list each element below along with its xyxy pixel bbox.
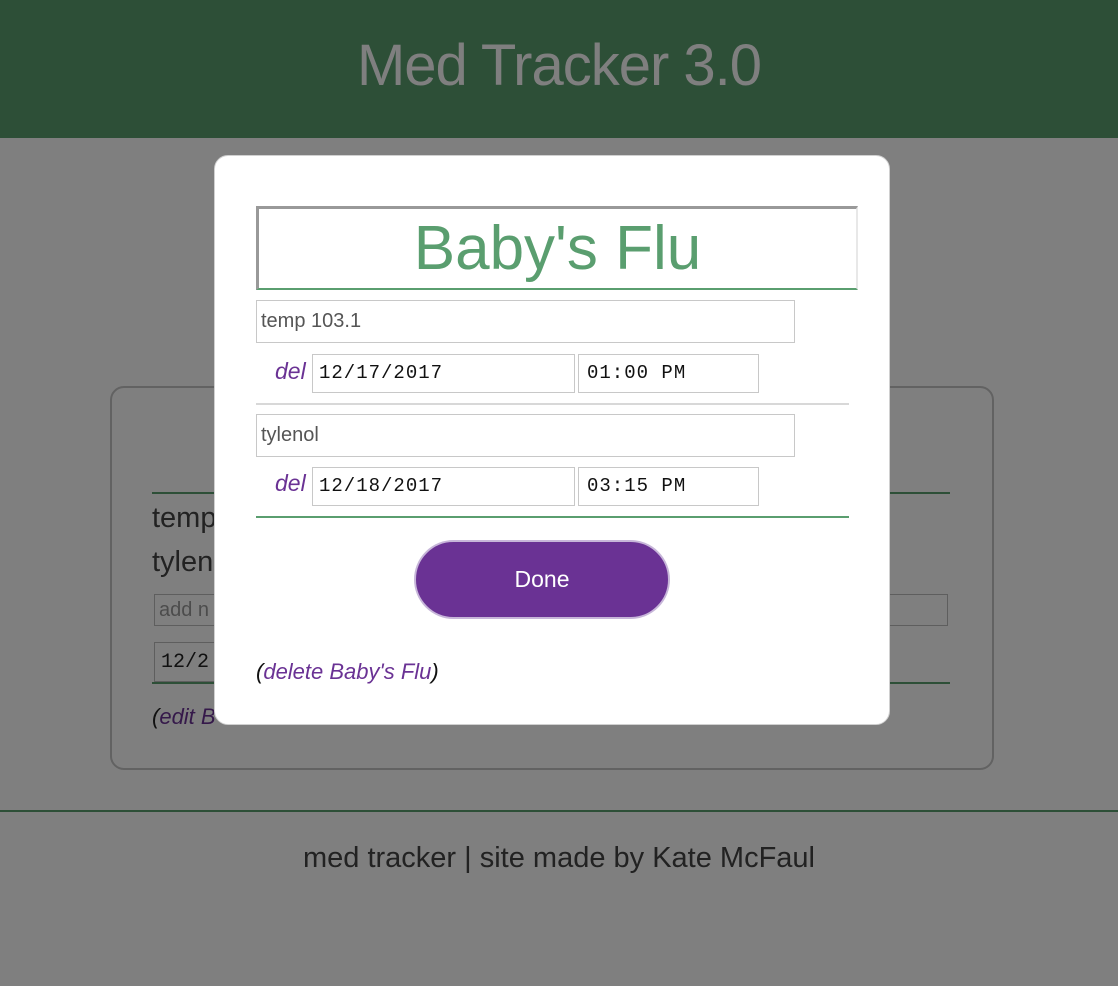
entry-divider bbox=[256, 403, 849, 405]
delete-entry-link[interactable]: del bbox=[275, 470, 306, 497]
med-name-input[interactable]: temp 103.1 bbox=[256, 300, 795, 343]
entry-date-input[interactable]: 12/18/2017 bbox=[312, 467, 575, 506]
entry-time-input[interactable]: 01:00 PM bbox=[578, 354, 759, 393]
edit-illness-modal: Baby's Flu temp 103.1 del 12/17/2017 01:… bbox=[214, 155, 890, 725]
illness-title-input[interactable]: Baby's Flu bbox=[256, 206, 858, 290]
entry-time-input[interactable]: 03:15 PM bbox=[578, 467, 759, 506]
done-button[interactable]: Done bbox=[414, 540, 670, 619]
delete-entry-link[interactable]: del bbox=[275, 358, 306, 385]
entry-date-input[interactable]: 12/17/2017 bbox=[312, 354, 575, 393]
delete-illness-link[interactable]: delete Baby's Flu bbox=[263, 659, 431, 684]
med-name-input[interactable]: tylenol bbox=[256, 414, 795, 457]
delete-illness-line: (delete Baby's Flu) bbox=[256, 659, 439, 684]
entries-bottom-rule bbox=[256, 516, 849, 518]
